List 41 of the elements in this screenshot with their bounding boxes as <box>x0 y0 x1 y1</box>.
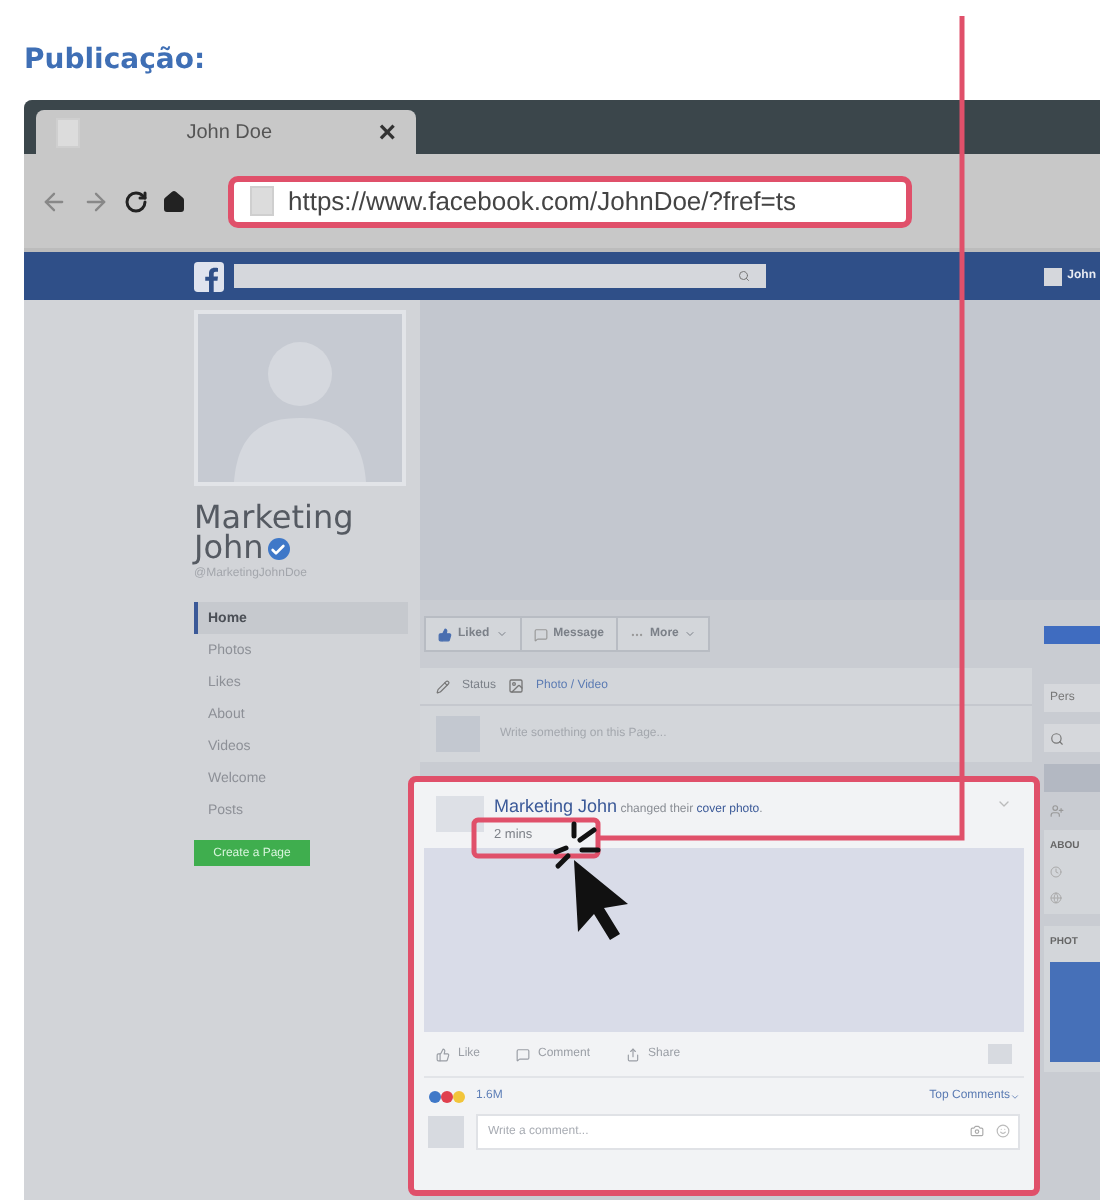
pencil-icon <box>436 679 450 693</box>
chevron-icon[interactable] <box>996 796 1012 812</box>
highlight-frame <box>471 817 601 859</box>
thumbs-up-icon <box>438 627 452 641</box>
back-icon[interactable] <box>40 187 68 215</box>
image-icon <box>508 678 525 694</box>
close-icon[interactable]: × <box>378 115 396 149</box>
smiley-icon[interactable] <box>996 1124 1010 1138</box>
tab-title: John Doe <box>184 121 275 143</box>
browser-tab[interactable]: John Doe × <box>36 110 416 154</box>
home-icon[interactable] <box>162 189 186 213</box>
forward-icon[interactable] <box>82 187 110 215</box>
caret-icon <box>1010 1091 1020 1101</box>
page-icon <box>250 186 274 216</box>
message-icon <box>533 627 548 641</box>
page-name: Marketing John <box>194 502 356 562</box>
search-field[interactable] <box>1044 724 1100 752</box>
author-link[interactable]: Marketing John <box>494 796 618 816</box>
search-field[interactable] <box>234 264 766 288</box>
caret-icon <box>495 628 508 640</box>
like-icon <box>436 1047 450 1061</box>
camera-icon[interactable] <box>970 1124 984 1138</box>
reactions-icon <box>428 1089 468 1103</box>
avatar <box>988 1044 1012 1064</box>
avatar <box>436 796 484 832</box>
logo-icon[interactable] <box>194 261 224 291</box>
comment-icon <box>516 1047 531 1061</box>
caret-icon <box>684 628 697 640</box>
reload-icon[interactable] <box>124 189 148 213</box>
avatar <box>1043 267 1062 285</box>
photo-thumbnail <box>1050 962 1100 1062</box>
avatar <box>428 1116 464 1148</box>
globe-icon <box>1050 892 1062 904</box>
cursor-click-icon <box>553 821 628 940</box>
share-icon <box>626 1047 641 1061</box>
address-bar[interactable]: https://www.facebook.com/JohnDoe/?fref=ts <box>228 175 912 227</box>
clock-icon <box>1050 866 1062 878</box>
person-icon <box>1050 804 1064 818</box>
section-heading: Publicação: <box>22 42 208 80</box>
search-icon <box>738 270 750 282</box>
search-icon <box>1050 731 1064 745</box>
